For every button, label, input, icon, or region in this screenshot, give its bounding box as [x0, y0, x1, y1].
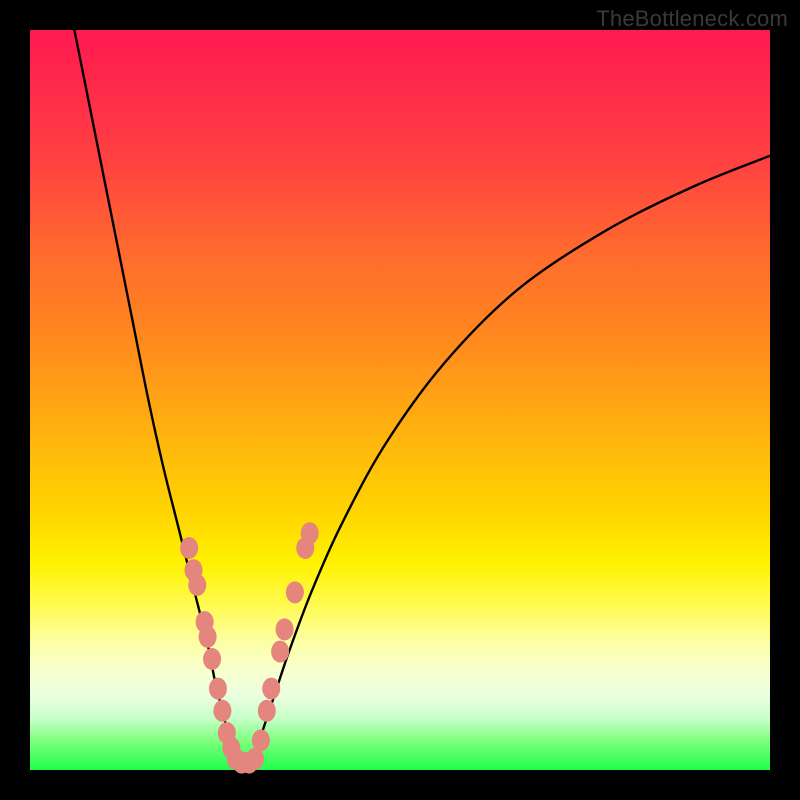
salmon-marker [199, 626, 217, 648]
salmon-marker [258, 700, 276, 722]
salmon-marker [209, 678, 227, 700]
right-curve [252, 156, 770, 763]
salmon-marker [262, 678, 280, 700]
salmon-marker [271, 641, 289, 663]
salmon-marker [213, 700, 231, 722]
salmon-marker-group [180, 522, 319, 773]
salmon-marker [252, 729, 270, 751]
plot-area [30, 30, 770, 770]
salmon-marker [276, 618, 294, 640]
salmon-marker [180, 537, 198, 559]
chart-frame: TheBottleneck.com [0, 0, 800, 800]
salmon-marker [301, 522, 319, 544]
watermark-text: TheBottleneck.com [596, 6, 788, 32]
salmon-marker [188, 574, 206, 596]
chart-svg [30, 30, 770, 770]
salmon-marker [203, 648, 221, 670]
salmon-marker [286, 581, 304, 603]
